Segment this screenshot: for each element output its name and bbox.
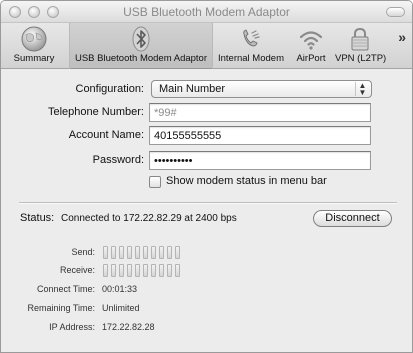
modem-status-window: USB Bluetooth Modem Adaptor Summary USB … bbox=[0, 0, 413, 353]
ip-address-label: IP Address: bbox=[49, 322, 95, 332]
toolbar-overflow-chevron-icon[interactable]: » bbox=[398, 29, 406, 45]
account-name-label: Account Name: bbox=[68, 129, 144, 141]
tab-airport[interactable]: AirPort bbox=[291, 23, 331, 69]
tab-usb-bluetooth-modem-adaptor[interactable]: USB Bluetooth Modem Adaptor bbox=[69, 23, 213, 69]
meter-segment bbox=[143, 264, 148, 277]
password-field[interactable] bbox=[149, 151, 371, 170]
meter-segment bbox=[167, 264, 172, 277]
meter-segment bbox=[159, 264, 164, 277]
show-modem-status-label: Show modem status in menu bar bbox=[166, 175, 327, 187]
meter-segment bbox=[127, 264, 132, 277]
tab-summary-label: Summary bbox=[13, 53, 55, 64]
meter-segment bbox=[135, 264, 140, 277]
toolbar: Summary USB Bluetooth Modem Adaptor Inte… bbox=[1, 23, 412, 69]
configuration-popup[interactable]: Main Number ▲ ▼ bbox=[151, 80, 372, 98]
remaining-time-value: Unlimited bbox=[102, 303, 140, 313]
tab-internal-modem[interactable]: Internal Modem bbox=[215, 23, 287, 69]
meter-segment bbox=[103, 264, 108, 277]
meter-segment bbox=[143, 246, 148, 259]
send-label: Send: bbox=[71, 247, 95, 257]
configuration-value: Main Number bbox=[159, 83, 226, 95]
telephone-number-field[interactable] bbox=[149, 103, 371, 122]
account-name-field[interactable] bbox=[149, 126, 371, 145]
tab-vpn-l2tp[interactable]: VPN (L2TP) bbox=[335, 23, 387, 69]
meter-segment bbox=[151, 246, 156, 259]
password-label: Password: bbox=[92, 154, 144, 166]
receive-label: Receive: bbox=[59, 265, 95, 275]
title-bar: USB Bluetooth Modem Adaptor bbox=[1, 1, 412, 23]
status-label: Status: bbox=[20, 212, 55, 224]
wifi-icon bbox=[299, 31, 323, 50]
meter-segment bbox=[167, 246, 172, 259]
show-modem-status-checkbox[interactable] bbox=[149, 176, 161, 188]
window-title: USB Bluetooth Modem Adaptor bbox=[123, 5, 290, 19]
tab-airport-label: AirPort bbox=[296, 53, 326, 64]
meter-segment bbox=[175, 264, 180, 277]
connect-time-label: Connect Time: bbox=[36, 284, 95, 294]
popup-arrows-icon: ▲ ▼ bbox=[355, 82, 369, 97]
tab-summary[interactable]: Summary bbox=[5, 23, 63, 69]
meter-segment bbox=[151, 264, 156, 277]
bluetooth-icon bbox=[132, 26, 150, 52]
telephone-number-label: Telephone Number: bbox=[47, 106, 144, 118]
meter-segment bbox=[119, 264, 124, 277]
meter-segment bbox=[159, 246, 164, 259]
phone-icon bbox=[243, 29, 260, 47]
meter-segment bbox=[135, 246, 140, 259]
meter-segment bbox=[111, 264, 116, 277]
connect-time-value: 00:01:33 bbox=[102, 284, 138, 294]
tab-internal-modem-label: Internal Modem bbox=[217, 53, 284, 64]
configuration-label: Configuration: bbox=[75, 83, 145, 95]
meter-segment bbox=[111, 246, 116, 259]
toolbar-toggle-button[interactable] bbox=[386, 7, 405, 17]
meter-segment bbox=[103, 246, 108, 259]
section-divider bbox=[19, 202, 397, 203]
ip-address-value: 172.22.82.28 bbox=[102, 322, 155, 332]
lock-icon bbox=[351, 27, 369, 51]
globe-icon bbox=[21, 26, 47, 52]
meter-segment bbox=[175, 246, 180, 259]
modem-settings-pane: Configuration: Main Number ▲ ▼ Telephone … bbox=[1, 70, 412, 352]
disconnect-button[interactable]: Disconnect bbox=[313, 210, 392, 227]
remaining-time-label: Remaining Time: bbox=[27, 303, 95, 313]
status-text: Connected to 172.22.82.29 at 2400 bps bbox=[61, 213, 237, 224]
meter-segment bbox=[119, 246, 124, 259]
meter-segment bbox=[127, 246, 132, 259]
tab-vpn-label: VPN (L2TP) bbox=[335, 53, 387, 64]
tab-usb-bluetooth-label: USB Bluetooth Modem Adaptor bbox=[74, 53, 208, 64]
